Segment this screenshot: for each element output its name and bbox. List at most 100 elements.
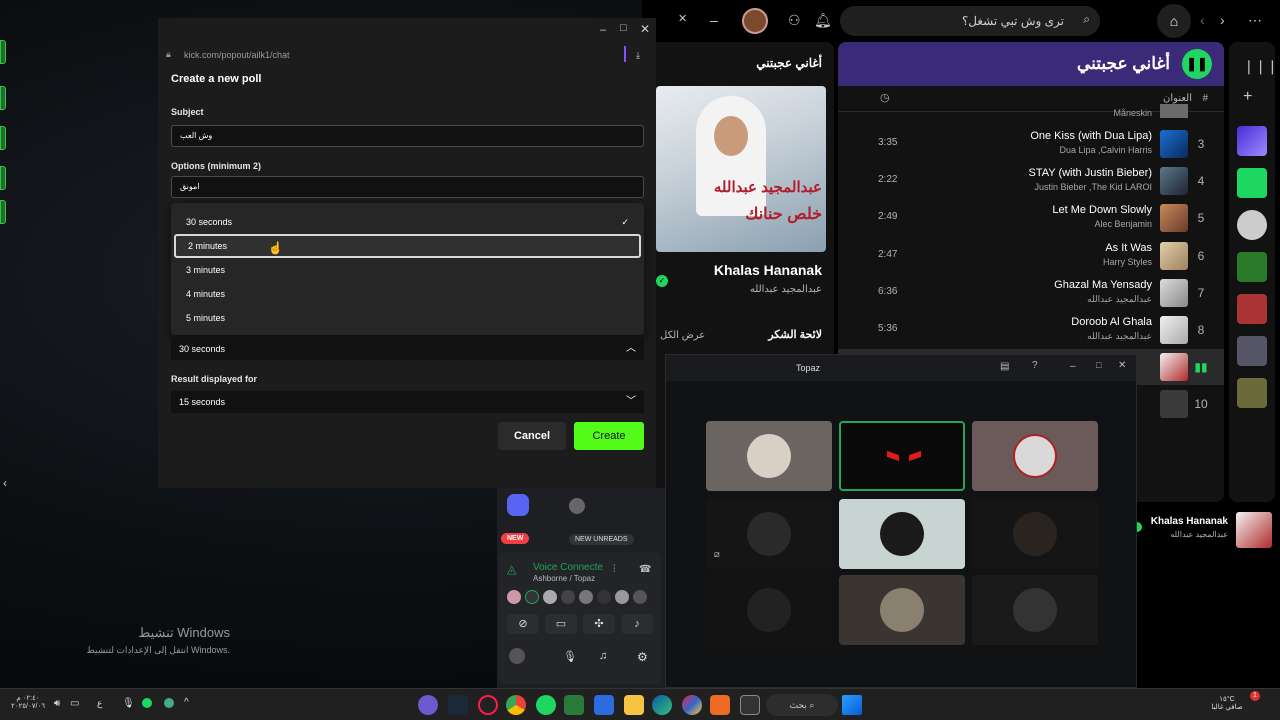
- participant-tile-speaking[interactable]: [839, 421, 965, 491]
- result-duration-select[interactable]: 15 seconds ﹀: [171, 391, 644, 413]
- minimize-icon[interactable]: –: [1070, 361, 1076, 372]
- duration-option[interactable]: 30 seconds ✓: [174, 210, 641, 234]
- plus-icon[interactable]: +: [1243, 88, 1252, 106]
- forward-icon[interactable]: ›: [1220, 12, 1225, 28]
- spotify-tray-icon[interactable]: [142, 698, 152, 708]
- participant-tile[interactable]: [706, 421, 832, 491]
- library-icon[interactable]: ❘❘❘: [1243, 58, 1278, 75]
- option-1-input[interactable]: امونق: [171, 176, 644, 198]
- friends-icon[interactable]: ⚇: [788, 12, 801, 29]
- edge-icon[interactable]: [652, 695, 672, 715]
- mic-icon[interactable]: 🎙︎: [563, 650, 577, 663]
- track-row[interactable]: 5 Let Me Down Slowly Alec Benjamin 2:49: [838, 200, 1224, 236]
- new-badge[interactable]: NEW: [501, 533, 530, 544]
- liked-songs-icon[interactable]: [1237, 126, 1267, 156]
- participant-tile[interactable]: [706, 575, 832, 645]
- download-icon[interactable]: ⤓: [636, 50, 640, 61]
- track-row[interactable]: 3 One Kiss (with Dua Lipa) Dua Lipa ,Cal…: [838, 126, 1224, 162]
- duration-select[interactable]: 30 seconds ︿: [171, 338, 644, 360]
- track-row[interactable]: 4 STAY (with Justin Bieber) Justin Biebe…: [838, 163, 1224, 199]
- url-bar[interactable]: kick.com/popout/ailk1/chat: [184, 50, 290, 60]
- participant-tile[interactable]: ⧄: [706, 499, 832, 569]
- minimize-icon[interactable]: –: [600, 24, 606, 36]
- server-icon[interactable]: [507, 494, 529, 516]
- new-unreads-pill[interactable]: NEW UNREADS: [569, 534, 634, 545]
- maximize-icon[interactable]: □: [1096, 360, 1101, 370]
- file-explorer-icon[interactable]: [624, 695, 644, 715]
- inbox-icon[interactable]: ▤: [1000, 361, 1009, 372]
- opera-icon[interactable]: [478, 695, 498, 715]
- playlist-cover[interactable]: [1237, 294, 1267, 324]
- clock[interactable]: ٠٢:٤٠ م ٢٠٢٥/٠٧/٠٦: [8, 694, 48, 710]
- participant-tile[interactable]: [972, 421, 1098, 491]
- participant-tile[interactable]: [839, 499, 965, 569]
- camera-off-icon[interactable]: ⊘: [507, 614, 539, 634]
- maximize-icon[interactable]: □: [620, 22, 627, 34]
- search-box[interactable]: بحث ⌕: [766, 694, 838, 716]
- bookmark-icon[interactable]: [1237, 168, 1267, 198]
- network-icon[interactable]: ▭: [70, 698, 79, 709]
- discord-icon[interactable]: [418, 695, 438, 715]
- bell-icon[interactable]: 🔔︎: [814, 12, 832, 29]
- close-icon[interactable]: ✕: [640, 22, 650, 36]
- playlist-cover[interactable]: [1237, 336, 1267, 366]
- participant-tile[interactable]: [972, 499, 1098, 569]
- duration-option-hovered[interactable]: 2 minutes ☝: [174, 234, 641, 258]
- language-icon[interactable]: ع: [97, 698, 102, 709]
- voice-channel[interactable]: Ashborne / Topaz: [533, 574, 595, 583]
- track-row[interactable]: 8 Doroob Al Ghala عبدالمجيد عبدالله 5:36: [838, 312, 1224, 348]
- cancel-button[interactable]: Cancel: [498, 422, 566, 450]
- back-icon[interactable]: ‹: [1200, 12, 1205, 28]
- activities-icon[interactable]: ✣: [583, 614, 615, 634]
- chrome-icon[interactable]: [506, 695, 526, 715]
- track-row[interactable]: 7 Ghazal Ma Yensady عبدالمجيد عبدالله 6:…: [838, 275, 1224, 311]
- artist-avatar[interactable]: [1237, 210, 1267, 240]
- pause-button[interactable]: ❚❚: [1182, 49, 1212, 79]
- saved-check-icon[interactable]: ✓: [656, 275, 668, 287]
- notification-badge[interactable]: 1: [1250, 691, 1260, 701]
- now-playing-song[interactable]: Khalas Hananak: [714, 262, 822, 278]
- subject-input[interactable]: وش العب: [171, 125, 644, 147]
- minimize-icon[interactable]: –: [710, 12, 718, 28]
- close-window-icon[interactable]: ✕: [678, 12, 687, 25]
- participant-tile[interactable]: [972, 575, 1098, 645]
- app-icon[interactable]: [594, 695, 614, 715]
- chevron-up-icon[interactable]: ^: [184, 697, 189, 708]
- avatar[interactable]: [742, 8, 768, 34]
- app-icon[interactable]: [682, 695, 702, 715]
- headphones-icon[interactable]: ♫: [599, 650, 607, 662]
- home-button[interactable]: ⌂: [1157, 4, 1191, 38]
- playlist-cover[interactable]: [1237, 378, 1267, 408]
- avatar[interactable]: [509, 648, 525, 664]
- volume-icon[interactable]: 🔊︎: [54, 698, 60, 709]
- tray-icon[interactable]: [164, 698, 174, 708]
- participant-tile[interactable]: [839, 575, 965, 645]
- show-all-link[interactable]: عرض الكل: [660, 330, 705, 341]
- noise-icon[interactable]: ⫶: [613, 564, 616, 575]
- duration-option[interactable]: 3 minutes: [174, 258, 641, 282]
- now-playing-artist[interactable]: عبدالمجيد عبدالله: [750, 284, 822, 295]
- weather-widget[interactable]: ١٥°C صافي غالبا: [1204, 695, 1250, 711]
- steam-icon[interactable]: [448, 695, 468, 715]
- help-icon[interactable]: ?: [1032, 360, 1038, 371]
- create-button[interactable]: Create: [574, 422, 644, 450]
- soundboard-icon[interactable]: ♪: [621, 614, 653, 634]
- start-icon[interactable]: [842, 695, 862, 715]
- playlist-cover[interactable]: [1237, 252, 1267, 282]
- track-row[interactable]: 6 As It Was Harry Styles 2:47: [838, 238, 1224, 274]
- spotify-icon[interactable]: [536, 695, 556, 715]
- menu-icon[interactable]: ⋯: [1248, 12, 1262, 29]
- duration-option[interactable]: 5 minutes: [174, 306, 641, 330]
- app-icon[interactable]: [710, 695, 730, 715]
- mic-icon[interactable]: 🎙︎: [122, 698, 135, 709]
- screen-share-icon[interactable]: ▭: [545, 614, 577, 634]
- app-icon[interactable]: [564, 695, 584, 715]
- close-icon[interactable]: ✕: [1118, 360, 1126, 371]
- duration-option[interactable]: 4 minutes: [174, 282, 641, 306]
- app-icon[interactable]: [740, 695, 760, 715]
- disconnect-icon[interactable]: ☎: [639, 564, 651, 575]
- settings-icon[interactable]: ⚙: [637, 650, 648, 664]
- search-input[interactable]: ترى وش تبي تشغل؟ ⌕: [840, 6, 1100, 36]
- mini-now-playing[interactable]: Khalas Hananak عبدالمجيد عبدالله: [1132, 512, 1272, 552]
- chevron-left-icon[interactable]: ‹: [3, 476, 7, 490]
